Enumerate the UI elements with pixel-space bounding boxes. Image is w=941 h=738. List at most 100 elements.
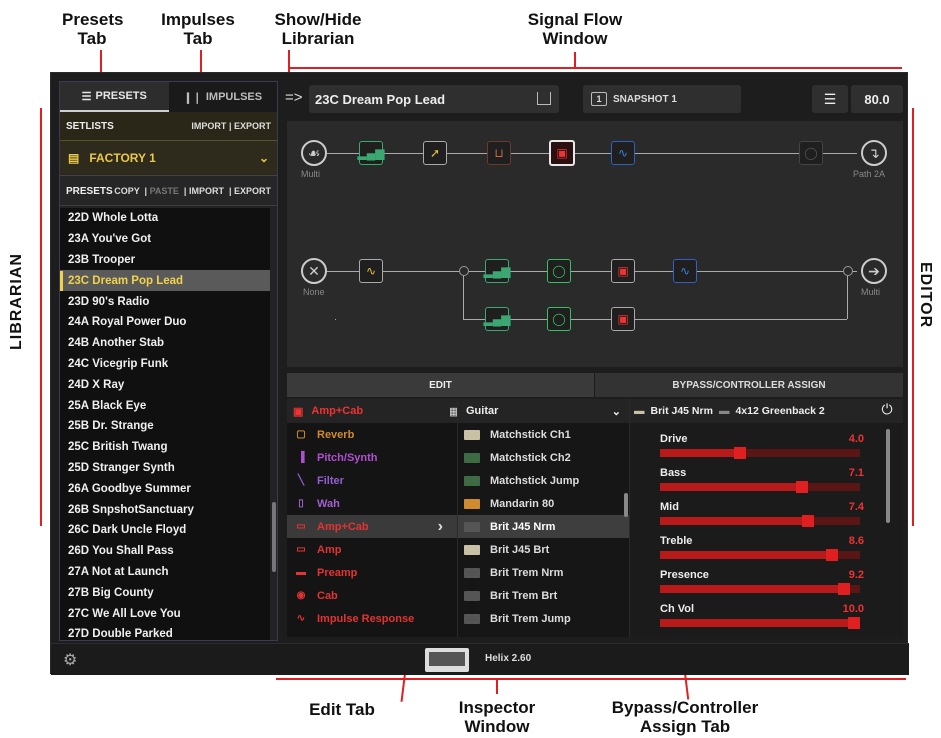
preset-item[interactable]: 25D Stranger Synth [60, 458, 270, 479]
cab-model-tab[interactable]: 4x12 Greenback 2 [735, 405, 824, 417]
parameter-slider[interactable]: Mid 7.4 [660, 501, 870, 527]
block-wah-c[interactable]: ◯ [547, 307, 571, 331]
preset-name-field[interactable]: 23C Dream Pop Lead [309, 85, 559, 113]
parameter-slider[interactable]: Drive 4.0 [660, 433, 870, 459]
model-item[interactable]: Brit Trem Jump [458, 607, 629, 630]
parameter-slider[interactable]: Presence 9.2 [660, 569, 870, 595]
slider-track[interactable] [660, 549, 860, 561]
block-amp[interactable]: ▣ [549, 140, 575, 166]
block-modulation[interactable]: ⊔ [487, 141, 511, 165]
tab-edit[interactable]: EDIT [287, 373, 594, 397]
parameter-value[interactable]: 8.6 [849, 535, 864, 547]
preset-item[interactable]: 27B Big County [60, 582, 270, 603]
command-center-button[interactable]: ☰ [812, 85, 848, 113]
category-item[interactable]: ▐ Pitch/Synth [287, 446, 457, 469]
preset-item[interactable]: 26D You Shall Pass [60, 541, 270, 562]
tab-impulses[interactable]: ❙❘ IMPULSES [168, 82, 277, 112]
block-cab-b[interactable]: ▣ [611, 259, 635, 283]
slider-handle[interactable] [848, 617, 860, 629]
model-item[interactable]: Brit J45 Nrm [458, 515, 629, 538]
show-hide-librarian-button[interactable]: => [285, 89, 303, 106]
amp-model-tab[interactable]: Brit J45 Nrm [651, 405, 713, 417]
presets-export-button[interactable]: EXPORT [234, 186, 271, 196]
model-item[interactable]: Brit Trem Brt [458, 584, 629, 607]
librarian-scrollbar[interactable] [272, 502, 276, 572]
slider-track[interactable] [660, 617, 860, 629]
parameter-value[interactable]: 7.1 [849, 467, 864, 479]
parameter-value[interactable]: 9.2 [849, 569, 864, 581]
block-wah-b[interactable]: ◯ [547, 259, 571, 283]
snapshot-selector[interactable]: 1 SNAPSHOT 1 [583, 85, 741, 113]
block-compressor[interactable]: ▂▄▆ [358, 141, 384, 165]
preset-item[interactable]: 26A Goodbye Summer [60, 478, 270, 499]
preset-item[interactable]: 27D Double Parked [60, 624, 270, 640]
model-item[interactable]: Brit Trem Nrm [458, 561, 629, 584]
preset-item[interactable]: 23D 90's Radio [60, 291, 270, 312]
power-icon[interactable]: ⏻ [877, 401, 897, 421]
model-item[interactable]: Matchstick Jump [458, 469, 629, 492]
output-a-icon[interactable]: ↴ [861, 140, 887, 166]
slider-handle[interactable] [734, 447, 746, 459]
category-item[interactable]: ╲ Filter [287, 469, 457, 492]
paste-button[interactable]: PASTE [150, 186, 179, 196]
copy-button[interactable]: COPY [114, 186, 139, 196]
input-a-icon[interactable]: ☙ [301, 140, 327, 166]
setlist-dropdown[interactable]: ▤ FACTORY 1 ⌄ [60, 140, 277, 174]
split-node[interactable] [459, 266, 469, 276]
output-b-icon[interactable]: ➔ [861, 258, 887, 284]
block-cab-c[interactable]: ▣ [611, 307, 635, 331]
tab-bypass-controller-assign[interactable]: BYPASS/CONTROLLER ASSIGN [594, 373, 903, 397]
block-volume[interactable]: ∿ [359, 259, 383, 283]
model-item[interactable]: Matchstick Ch2 [458, 446, 629, 469]
block-compressor-c[interactable]: ▂▄▆ [484, 307, 510, 331]
parameter-scrollbar[interactable] [886, 429, 890, 523]
gear-icon[interactable]: ⚙ [63, 650, 77, 670]
preset-item[interactable]: 26B SnpshotSanctuary [60, 499, 270, 520]
parameter-slider[interactable]: Treble 8.6 [660, 535, 870, 561]
category-item[interactable]: ▭ Amp [287, 538, 457, 561]
preset-item[interactable]: 23B Trooper [60, 250, 270, 271]
block-looper[interactable]: ◯ [799, 141, 823, 165]
save-icon[interactable] [537, 92, 551, 105]
model-item[interactable]: Brit J45 Brt [458, 538, 629, 561]
slider-track[interactable] [660, 583, 860, 595]
preset-item[interactable]: 24B Another Stab [60, 333, 270, 354]
preset-item[interactable]: 24D X Ray [60, 374, 270, 395]
slider-handle[interactable] [826, 549, 838, 561]
merge-node[interactable] [843, 266, 853, 276]
preset-item[interactable]: 24C Vicegrip Funk [60, 354, 270, 375]
preset-item[interactable]: 23A You've Got [60, 229, 270, 250]
parameter-slider[interactable]: Bass 7.1 [660, 467, 870, 493]
model-item[interactable]: Matchstick Ch1 [458, 423, 629, 446]
input-b-icon[interactable]: ✕ [301, 258, 327, 284]
preset-item[interactable]: 25A Black Eye [60, 395, 270, 416]
category-item[interactable]: ◉ Cab [287, 584, 457, 607]
preset-item[interactable]: 27A Not at Launch [60, 562, 270, 583]
parameter-slider[interactable]: Ch Vol 10.0 [660, 603, 870, 629]
category-item[interactable]: ▭ Amp+Cab › [287, 515, 457, 538]
preset-item[interactable]: 25C British Twang [60, 437, 270, 458]
slider-track[interactable] [660, 447, 860, 459]
model-scrollbar[interactable] [624, 493, 628, 517]
preset-item[interactable]: 25B Dr. Strange [60, 416, 270, 437]
tab-presets[interactable]: ☰ PRESETS [60, 82, 169, 112]
slider-handle[interactable] [796, 481, 808, 493]
setlists-export-button[interactable]: EXPORT [234, 121, 271, 131]
slider-handle[interactable] [838, 583, 850, 595]
parameter-value[interactable]: 4.0 [849, 433, 864, 445]
preset-item[interactable]: 22D Whole Lotta [60, 208, 270, 229]
category-header[interactable]: ▣ Amp+Cab [287, 399, 457, 423]
presets-import-button[interactable]: IMPORT [189, 186, 224, 196]
category-item[interactable]: ▢ Reverb [287, 423, 457, 446]
preset-item[interactable]: 23C Dream Pop Lead [60, 270, 270, 292]
model-item[interactable]: Mandarin 80 [458, 492, 629, 515]
category-item[interactable]: ▬ Preamp [287, 561, 457, 584]
block-delay[interactable]: ∿ [611, 141, 635, 165]
tempo-field[interactable]: 80.0 [851, 85, 903, 113]
parameter-value[interactable]: 10.0 [843, 603, 864, 615]
slider-handle[interactable] [802, 515, 814, 527]
parameter-value[interactable]: 7.4 [849, 501, 864, 513]
slider-track[interactable] [660, 515, 860, 527]
preset-item[interactable]: 24A Royal Power Duo [60, 312, 270, 333]
block-delay-b[interactable]: ∿ [673, 259, 697, 283]
